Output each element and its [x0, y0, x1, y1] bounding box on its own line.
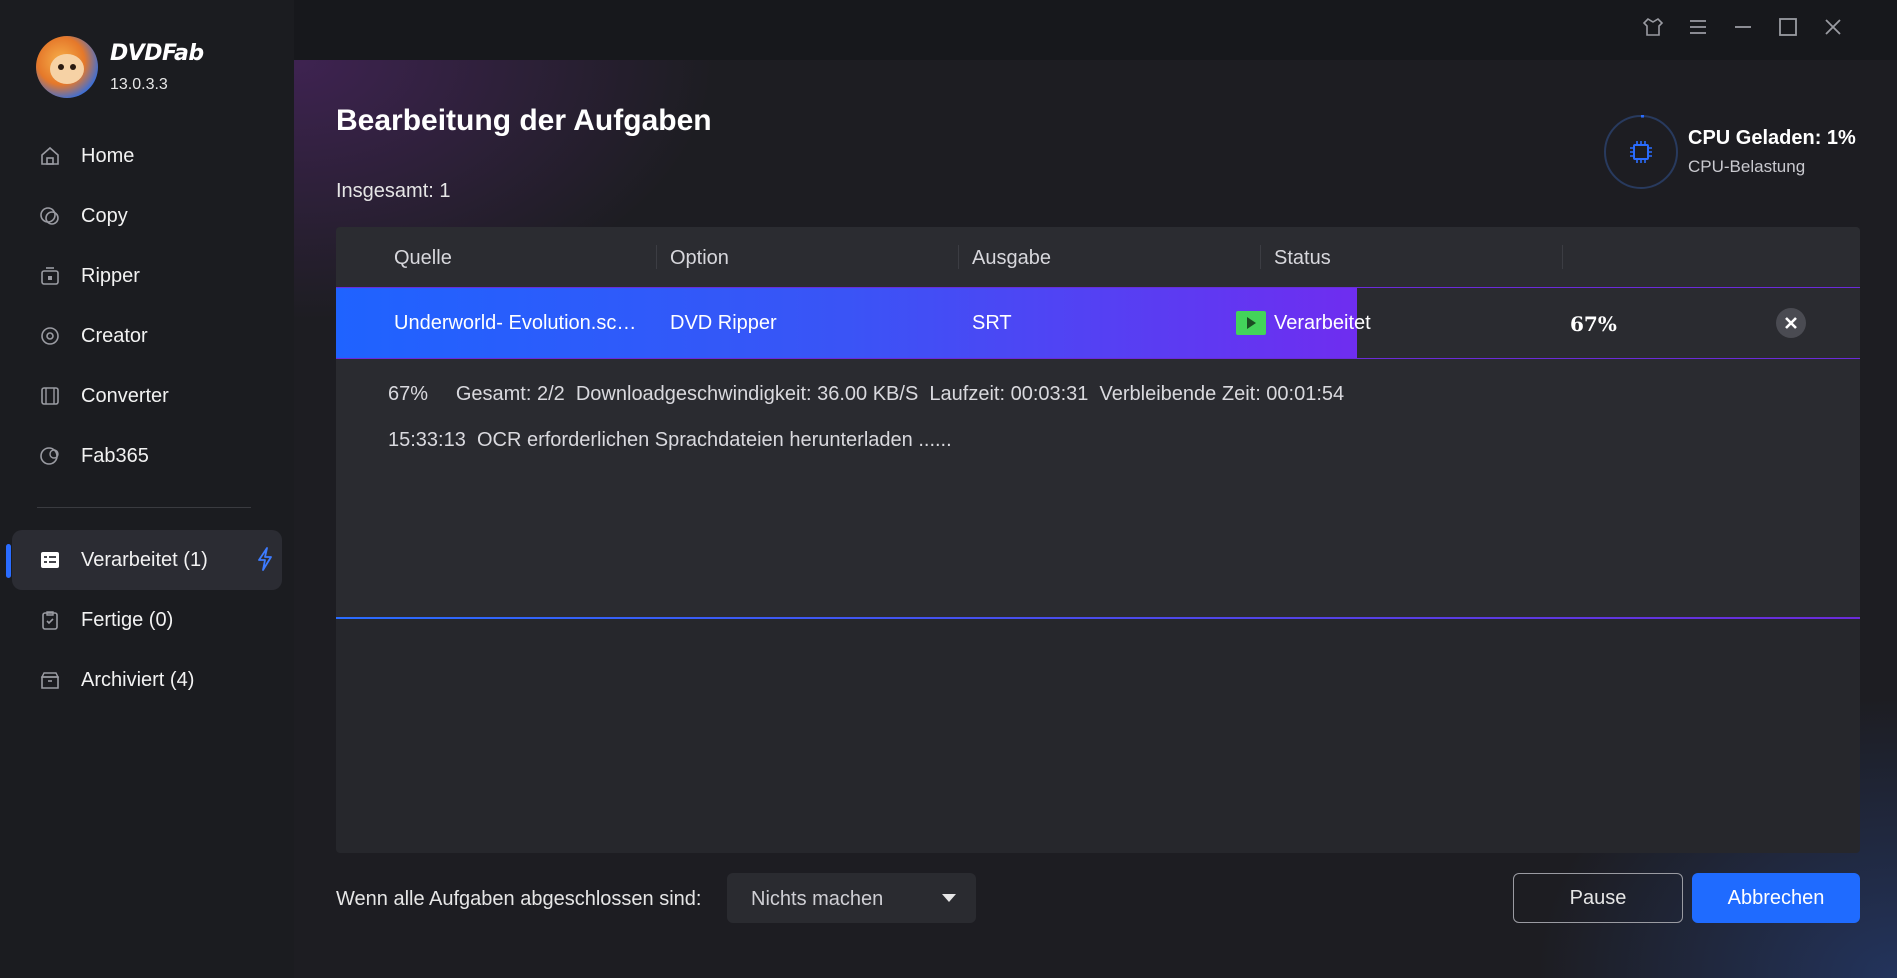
finished-icon — [38, 608, 62, 632]
after-completion-label: Wenn alle Aufgaben abgeschlossen sind: — [336, 888, 702, 910]
task-details: 67% Gesamt: 2/2 Downloadgeschwindigkeit:… — [336, 359, 1860, 619]
main-panel: Bearbeitung der Aufgaben Insgesamt: 1 CP… — [294, 60, 1897, 978]
copy-icon — [38, 204, 62, 228]
task-output: SRT — [972, 312, 1012, 334]
task-table: Quelle Option Ausgabe Status Underworld-… — [336, 227, 1860, 853]
converter-icon — [38, 384, 62, 408]
table-header: Quelle Option Ausgabe Status — [336, 227, 1860, 287]
task-log-line: 15:33:13 OCR erforderlichen Sprachdateie… — [388, 429, 952, 451]
sidebar-item-label: Copy — [81, 204, 128, 227]
task-total: Insgesamt: 1 — [336, 180, 451, 202]
fab365-icon — [38, 444, 62, 468]
cpu-load-title: CPU Geladen: 1% — [1688, 127, 1856, 149]
task-option: DVD Ripper — [670, 312, 777, 334]
sidebar-item-label: Ripper — [81, 264, 140, 287]
sidebar-item-converter[interactable]: Converter — [12, 366, 282, 426]
sidebar-item-label: Fab365 — [81, 444, 149, 467]
column-header-output: Ausgabe — [972, 247, 1051, 269]
active-indicator — [6, 544, 11, 578]
title-bar — [294, 0, 1897, 60]
home-icon — [38, 144, 62, 168]
app-logo: DVDFab 13.0.3.3 — [36, 36, 204, 98]
sidebar-item-creator[interactable]: Creator — [12, 306, 282, 366]
sidebar-item-copy[interactable]: Copy — [12, 186, 282, 246]
column-header-option: Option — [670, 247, 729, 269]
table-row[interactable]: Underworld- Evolution.sc… DVD Ripper SRT… — [336, 287, 1860, 359]
app-version: 13.0.3.3 — [110, 75, 168, 93]
brand-name: DVDFab — [110, 40, 204, 66]
task-percent: 67% — [1570, 312, 1617, 336]
cpu-load-subtitle: CPU-Belastung — [1688, 157, 1806, 176]
close-icon — [1785, 317, 1797, 329]
sidebar-item-label: Verarbeitet (1) — [81, 548, 208, 571]
sidebar-item-label: Converter — [81, 384, 169, 407]
sidebar-item-archived[interactable]: Archiviert (4) — [12, 650, 282, 710]
archive-icon — [38, 668, 62, 692]
task-status: Verarbeitet — [1274, 312, 1371, 334]
maximize-icon[interactable] — [1773, 12, 1803, 42]
sidebar-item-label: Fertige (0) — [81, 608, 174, 631]
ripper-icon — [38, 264, 62, 288]
detail-divider — [336, 617, 1860, 619]
minimize-icon[interactable] — [1728, 12, 1758, 42]
sidebar-item-processing[interactable]: Verarbeitet (1) — [12, 530, 282, 590]
sidebar-item-label: Home — [81, 144, 135, 167]
sidebar-item-label: Creator — [81, 324, 148, 347]
creator-icon — [38, 324, 62, 348]
play-icon[interactable] — [1236, 311, 1266, 335]
chevron-down-icon — [942, 894, 956, 902]
turbo-bolt-icon — [255, 547, 275, 576]
abort-button[interactable]: Abbrechen — [1692, 873, 1860, 923]
menu-icon[interactable] — [1683, 12, 1713, 42]
sidebar: DVDFab 13.0.3.3 Home Copy Ripper Creator… — [0, 0, 294, 978]
pause-button[interactable]: Pause — [1513, 873, 1683, 923]
sidebar-item-finished[interactable]: Fertige (0) — [12, 590, 282, 650]
dvdfab-logo-icon — [36, 36, 98, 98]
close-window-icon[interactable] — [1818, 12, 1848, 42]
column-header-status: Status — [1274, 247, 1331, 269]
after-completion-select[interactable]: Nichts machen — [727, 873, 976, 923]
page-title: Bearbeitung der Aufgaben — [336, 104, 712, 137]
skin-icon[interactable] — [1638, 12, 1668, 42]
nav-divider — [37, 507, 251, 508]
remove-task-button[interactable] — [1776, 308, 1806, 338]
cpu-chip-icon — [1628, 139, 1654, 165]
select-value: Nichts machen — [751, 888, 884, 910]
task-source: Underworld- Evolution.sc… — [394, 312, 637, 334]
column-header-source: Quelle — [394, 247, 452, 269]
sidebar-item-label: Archiviert (4) — [81, 668, 195, 691]
sidebar-item-home[interactable]: Home — [12, 126, 282, 186]
cpu-load-widget: CPU Geladen: 1% CPU-Belastung — [1604, 115, 1884, 195]
processing-list-icon — [38, 548, 62, 572]
sidebar-item-fab365[interactable]: Fab365 — [12, 426, 282, 486]
task-summary: 67% Gesamt: 2/2 Downloadgeschwindigkeit:… — [388, 383, 1345, 405]
sidebar-item-ripper[interactable]: Ripper — [12, 246, 282, 306]
